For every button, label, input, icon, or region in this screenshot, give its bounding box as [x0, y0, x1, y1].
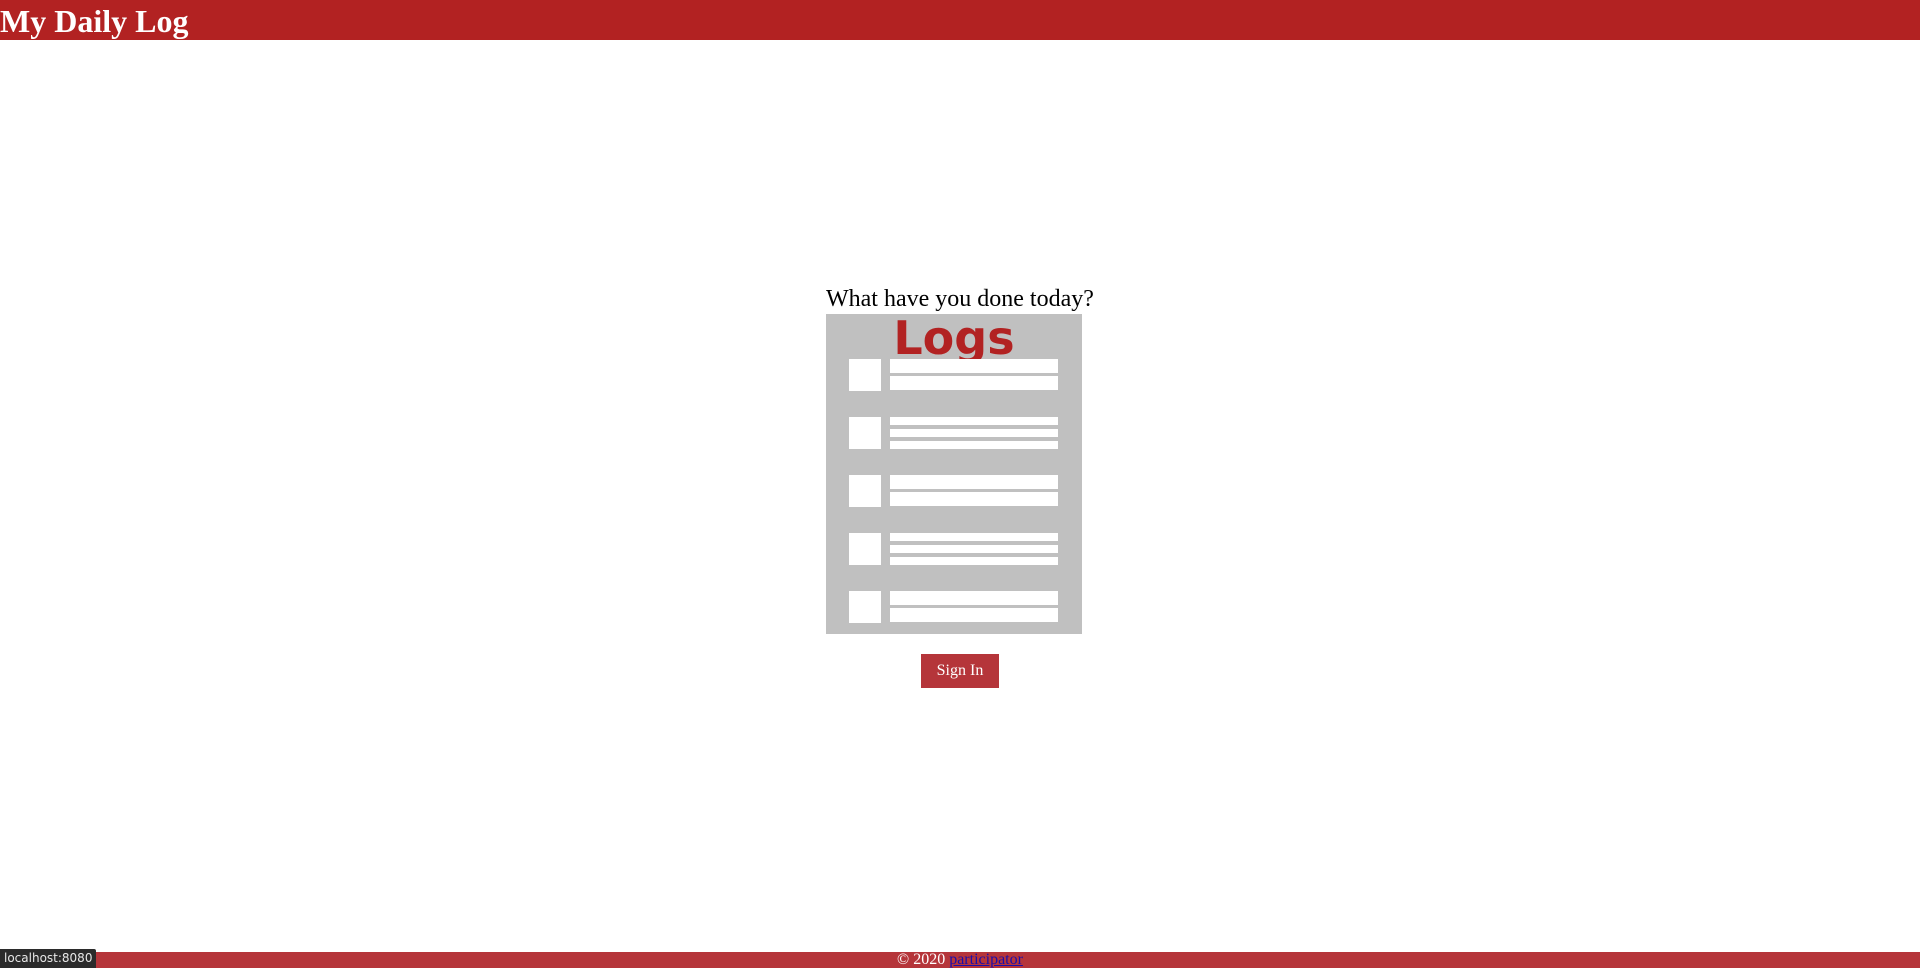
page-prompt: What have you done today? [826, 286, 1094, 312]
log-entry-placeholder [849, 417, 1058, 451]
entry-line [890, 359, 1058, 373]
entry-line [890, 591, 1058, 605]
entry-line [890, 557, 1058, 565]
log-entry-placeholder [849, 475, 1058, 509]
entry-square-icon [849, 359, 881, 391]
page-footer: © 2020 participator [0, 952, 1920, 968]
copyright-text: © 2020 [897, 951, 946, 968]
entry-line [890, 533, 1058, 541]
browser-status-url: localhost:8080 [0, 949, 97, 968]
logs-logo-text: Logs [893, 311, 1015, 365]
author-link[interactable]: participator [949, 951, 1023, 968]
log-entry-placeholder [849, 533, 1058, 567]
entry-line [890, 492, 1058, 506]
app-title: My Daily Log [0, 3, 189, 39]
entry-square-icon [849, 591, 881, 623]
entry-line [890, 417, 1058, 425]
log-entry-placeholder [849, 591, 1058, 625]
sign-in-button[interactable]: Sign In [921, 654, 999, 688]
entry-line [890, 441, 1058, 449]
app-header: My Daily Log [0, 0, 1920, 40]
entry-line [890, 376, 1058, 390]
entry-line [890, 475, 1058, 489]
entry-square-icon [849, 475, 881, 507]
entry-line [890, 545, 1058, 553]
prompt-container: What have you done today? [826, 284, 1094, 314]
entry-square-icon [849, 417, 881, 449]
entry-square-icon [849, 533, 881, 565]
entry-line [890, 429, 1058, 437]
logs-illustration: Logs [826, 311, 1082, 634]
entry-line [890, 608, 1058, 622]
log-entry-placeholder [849, 359, 1058, 393]
